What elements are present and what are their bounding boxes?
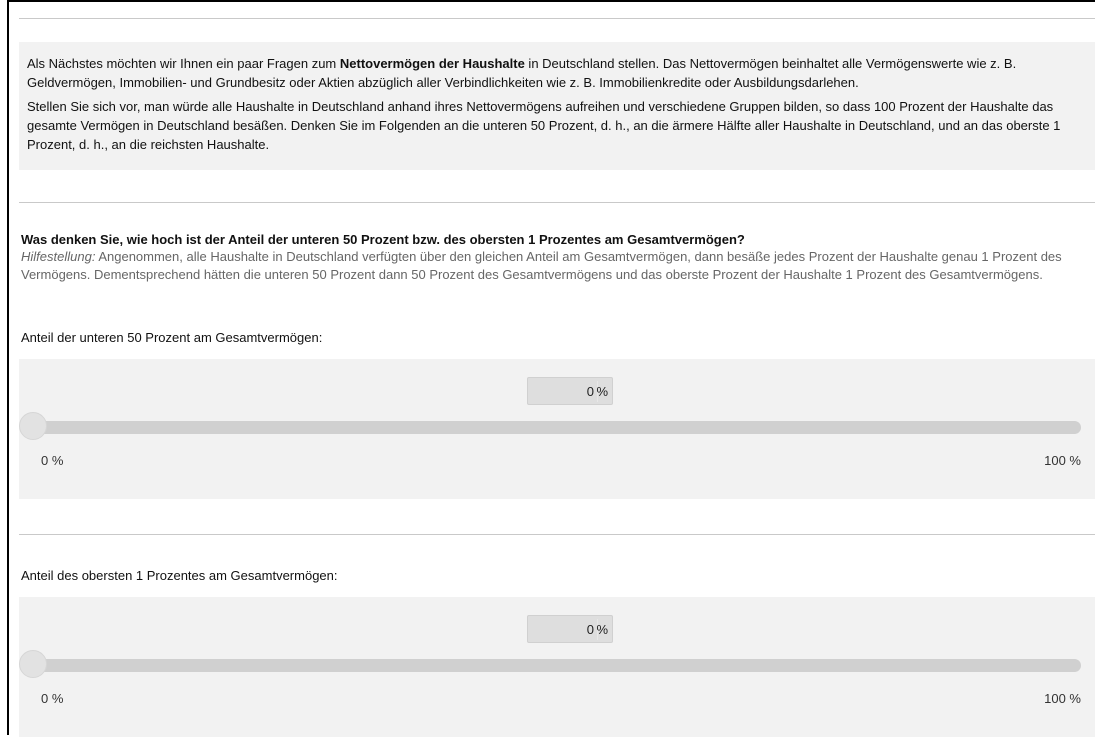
slider-2-panel: 0 % 0 % 100 % [19, 597, 1095, 737]
slider-1-label: Anteil der unteren 50 Prozent am Gesamtv… [21, 330, 323, 345]
slider-1-unit: % [596, 384, 608, 399]
slider-1-track[interactable] [33, 421, 1081, 434]
slider-2-value-input[interactable]: 0 % [527, 615, 613, 643]
divider-top [19, 18, 1095, 19]
intro-paragraph-1: Als Nächstes möchten wir Ihnen ein paar … [27, 54, 1089, 92]
slider-2-label: Anteil des obersten 1 Prozentes am Gesam… [21, 568, 338, 583]
slider-2-max-label: 100 % [1044, 691, 1081, 706]
slider-1-max-label: 100 % [1044, 453, 1081, 468]
intro-bold-term: Nettovermögen der Haushalte [339, 56, 525, 71]
intro-paragraph-2: Stellen Sie sich vor, man würde alle Hau… [27, 99, 1061, 152]
slider-1-value-input[interactable]: 0 % [527, 377, 613, 405]
survey-content: Als Nächstes möchten wir Ihnen ein paar … [11, 2, 1095, 737]
intro-panel: Als Nächstes möchten wir Ihnen ein paar … [19, 42, 1095, 170]
slider-2-value: 0 [586, 622, 594, 637]
slider-2-handle[interactable] [19, 650, 47, 678]
divider-question [19, 202, 1095, 203]
slider-2-unit: % [596, 622, 608, 637]
slider-1-value: 0 [586, 384, 594, 399]
survey-page: Als Nächstes möchten wir Ihnen ein paar … [7, 0, 1095, 737]
question-title: Was denken Sie, wie hoch ist der Anteil … [21, 232, 745, 247]
hint-text: Angenommen, alle Haushalte in Deutschlan… [21, 249, 1062, 282]
intro-text: Als Nächstes möchten wir Ihnen ein paar … [27, 56, 340, 71]
hint-label: Hilfestellung: [21, 249, 96, 264]
slider-2-min-label: 0 % [41, 691, 64, 706]
divider-slider [19, 534, 1095, 535]
slider-1-handle[interactable] [19, 412, 47, 440]
slider-1-min-label: 0 % [41, 453, 64, 468]
slider-1-panel: 0 % 0 % 100 % [19, 359, 1095, 499]
slider-2-track[interactable] [33, 659, 1081, 672]
question-hint: Hilfestellung: Angenommen, alle Haushalt… [21, 248, 1083, 283]
